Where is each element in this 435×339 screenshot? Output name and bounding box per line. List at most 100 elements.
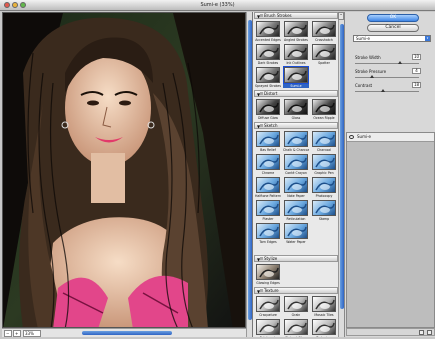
param-label: Stroke Pressure: [355, 69, 387, 74]
filter-thumbnail[interactable]: [256, 154, 280, 170]
filter-thumbnail[interactable]: [284, 99, 308, 115]
filter-thumbnail[interactable]: [256, 44, 280, 60]
filter-thumbnail[interactable]: [256, 131, 280, 147]
filter-preview-image: [315, 134, 335, 145]
filter-select[interactable]: Sumi-e ▾: [353, 35, 431, 42]
filter-thumbnail-label: Note Paper: [287, 194, 305, 198]
filter-thumbnail[interactable]: [284, 44, 308, 60]
preview-status-bar: − + 33%: [2, 328, 246, 337]
filter-thumbnail[interactable]: [256, 319, 280, 335]
filter-thumbnail-label: Craquelure: [259, 313, 277, 317]
filter-thumbnail[interactable]: [284, 223, 308, 239]
zoom-level-select[interactable]: 33%: [23, 330, 41, 337]
filter-thumbnail[interactable]: [312, 99, 336, 115]
filter-thumbnail[interactable]: [312, 296, 336, 312]
filter-preview-image: [287, 47, 307, 58]
filter-thumbnail[interactable]: [283, 66, 309, 84]
filter-thumbnail-label: Plaster: [262, 217, 274, 221]
zoom-minus-button[interactable]: −: [4, 330, 12, 337]
filter-thumbnail-label: Angled Strokes: [284, 38, 308, 42]
filter-preview-image: [315, 47, 335, 58]
filter-thumbnail[interactable]: [284, 131, 308, 147]
filter-thumbnail-label: Crosshatch: [315, 38, 333, 42]
filter-thumbnail[interactable]: [312, 319, 336, 335]
gallery-folder[interactable]: ▼ Stylize: [254, 255, 338, 262]
filter-thumbnail-label: Patchwork: [255, 336, 281, 337]
image-preview[interactable]: [2, 12, 246, 328]
filter-thumbnail[interactable]: [312, 200, 336, 216]
title-bar: Sumi-e (33%): [0, 0, 435, 11]
gallery-folder[interactable]: ▼ Brush Strokes: [254, 12, 338, 19]
filter-thumbnail[interactable]: [256, 21, 280, 37]
filter-thumbnail[interactable]: [312, 154, 336, 170]
stroke-pressure-field[interactable]: 4: [412, 68, 421, 74]
zoom-plus-button[interactable]: +: [13, 330, 21, 337]
gallery-folder-label: Distort: [264, 91, 278, 96]
filter-thumbnail[interactable]: [256, 177, 280, 193]
effect-layers-list: Sumi-e: [346, 132, 435, 328]
gallery-folder[interactable]: ▼ Sketch: [254, 122, 338, 129]
filter-thumbnail[interactable]: [284, 154, 308, 170]
filter-preview-image: [259, 157, 279, 168]
filter-thumbnail[interactable]: [256, 99, 280, 115]
filter-thumbnail-label: Photocopy: [315, 194, 333, 198]
filter-gallery[interactable]: ▼ Brush Strokes Accented Edges Angled Strok…: [252, 12, 338, 337]
effect-layer-name: Sumi-e: [357, 134, 371, 139]
filter-preview-image: [287, 299, 307, 310]
stroke-pressure-slider[interactable]: [355, 75, 419, 78]
filter-thumbnail[interactable]: [256, 296, 280, 312]
stroke-pressure-knob[interactable]: [370, 75, 375, 78]
eye-icon[interactable]: [349, 135, 354, 139]
filter-thumbnail[interactable]: [256, 264, 280, 280]
filter-thumbnail[interactable]: [284, 21, 308, 37]
filter-preview-image: [259, 180, 279, 191]
ok-button[interactable]: OK: [367, 14, 419, 22]
filter-preview-image: [315, 203, 335, 214]
filter-thumbnail[interactable]: [284, 177, 308, 193]
filter-preview-image: [259, 24, 279, 35]
filter-preview-image: [315, 299, 335, 310]
gallery-folder[interactable]: ▼ Texture: [254, 287, 338, 294]
filter-preview-image: [259, 267, 279, 278]
filter-preview-image: [259, 322, 279, 333]
folder-icon: [260, 257, 263, 260]
stroke-width-slider[interactable]: [355, 61, 419, 64]
filter-preview-image: [287, 203, 307, 214]
filter-preview-image: [287, 24, 307, 35]
filter-thumbnail[interactable]: [256, 200, 280, 216]
contrast-knob[interactable]: [381, 89, 386, 92]
filter-thumbnail[interactable]: [312, 131, 336, 147]
filter-thumbnail-label: Grain: [291, 313, 301, 317]
trash-icon[interactable]: [427, 330, 432, 335]
filter-thumbnail[interactable]: [284, 296, 308, 312]
filter-thumbnail[interactable]: [256, 223, 280, 239]
filter-thumbnail-label: Diffuse Glow: [257, 116, 279, 120]
chevron-down-icon: ▾: [425, 36, 430, 41]
filter-preview-image: [259, 299, 279, 310]
filter-thumbnail[interactable]: [284, 200, 308, 216]
gallery-folder[interactable]: ▼ Distort: [254, 90, 338, 97]
filter-thumbnail[interactable]: [256, 67, 280, 83]
filter-thumbnail[interactable]: [312, 177, 336, 193]
horizontal-scrollbar[interactable]: [82, 331, 172, 335]
contrast-field[interactable]: 18: [412, 82, 421, 88]
filter-thumbnail[interactable]: [312, 21, 336, 37]
new-effect-layer-icon[interactable]: [419, 330, 424, 335]
filter-preview-image: [287, 157, 307, 168]
filter-thumbnail-label: Chalk & Charcoal: [283, 148, 309, 152]
filter-preview-image: [259, 203, 279, 214]
filter-thumbnail[interactable]: [312, 44, 336, 60]
stroke-width-knob[interactable]: [397, 61, 402, 64]
filter-thumbnail-label: Mosaic Tiles: [314, 313, 334, 317]
stroke-width-field[interactable]: 10: [412, 54, 421, 60]
effect-layer-row[interactable]: Sumi-e: [347, 133, 434, 142]
filter-thumbnail-label: Water Paper: [286, 240, 306, 244]
filter-thumbnail[interactable]: [284, 319, 308, 335]
cancel-button[interactable]: Cancel: [367, 24, 419, 32]
filter-thumbnail-label: Texturizer: [311, 336, 337, 337]
filter-thumbnail-label: Sprayed Strokes: [255, 84, 281, 88]
filter-thumbnail-label: Accented Edges: [255, 38, 281, 42]
contrast-slider[interactable]: [355, 89, 419, 92]
folder-icon: [260, 289, 263, 292]
filter-thumbnail-label: Reticulation: [286, 217, 306, 221]
